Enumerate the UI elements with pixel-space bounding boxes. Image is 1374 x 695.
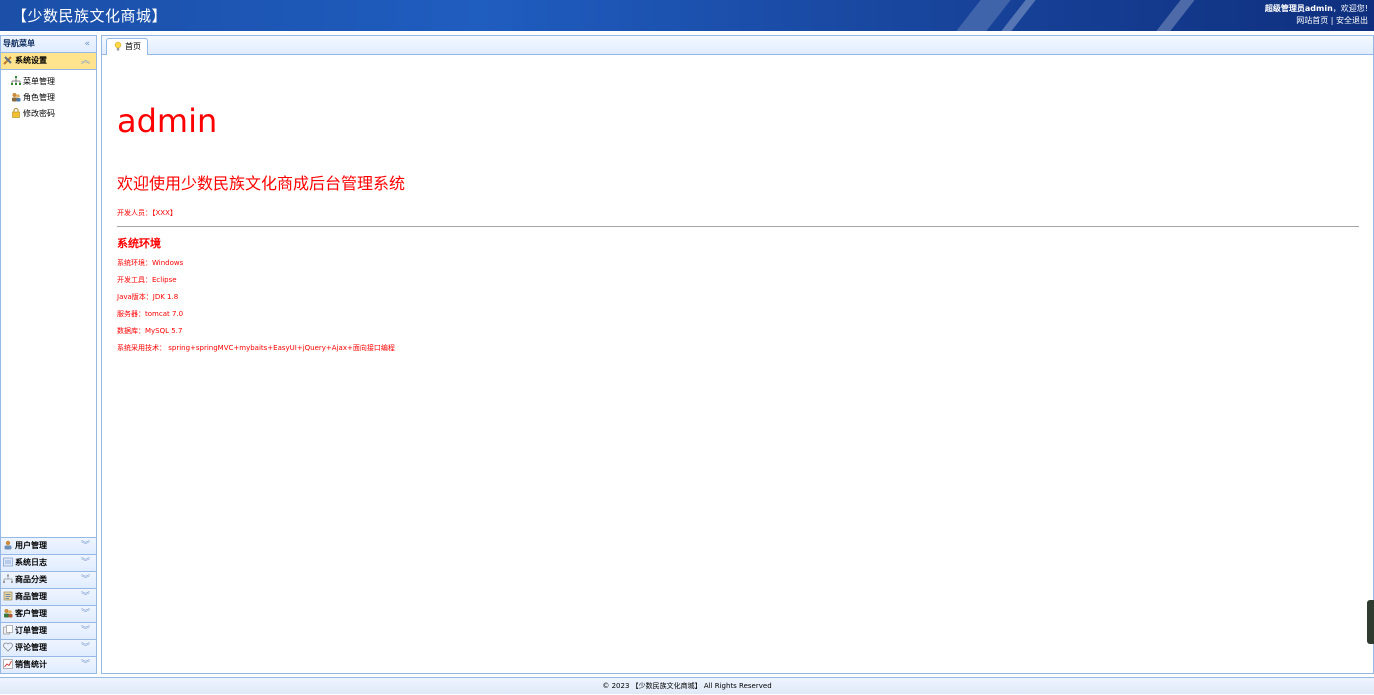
env-ide: 开发工具：Eclipse [117, 276, 177, 284]
bulb-icon [113, 41, 123, 51]
main-panel: 首页 admin 欢迎使用少数民族文化商成后台管理系统 开发人员：【XXX】 系… [101, 35, 1374, 674]
user-prefix: 超级管理员 [1264, 4, 1305, 13]
category-icon [3, 574, 13, 584]
logout-link[interactable]: 安全退出 [1336, 16, 1368, 25]
group-body: 菜单管理 角色管理 修改密码 [1, 70, 96, 122]
env-title: 系统环境 [117, 237, 161, 250]
divider [117, 226, 1359, 227]
group-label: 销售统计 [15, 660, 47, 669]
env-os: 系统环境：Windows [117, 259, 184, 267]
env-server: 服务器：tomcat 7.0 [117, 310, 184, 318]
tab-label: 首页 [125, 42, 141, 51]
menu-item-label: 修改密码 [23, 109, 55, 118]
order-icon [3, 624, 13, 635]
group-label: 系统日志 [15, 558, 47, 567]
top-header: 【少数民族文化商城】 超级管理员admin，欢迎您! 网站首页 | 安全退出 [0, 0, 1374, 31]
footer: © 2023 【少数民族文化商城】 All Rights Reserved [0, 677, 1374, 694]
header-decoration [1141, 0, 1203, 31]
menu-item-change-password[interactable]: 修改密码 [11, 106, 96, 122]
tab-bar: 首页 [102, 36, 1373, 55]
stats-icon [3, 658, 13, 669]
env-database: 数据库：MySQL 5.7 [117, 327, 183, 335]
group-user-management[interactable]: 用户管理 ︾ [1, 538, 96, 555]
collapsed-groups: 用户管理 ︾ 系统日志 ︾ 商品分类 ︾ 商品管理 ︾ 客户管理 ︾ 订单管理 … [1, 537, 96, 673]
menu-item-role-management[interactable]: 角色管理 [11, 90, 96, 106]
customer-icon [3, 608, 13, 618]
env-java: Java版本：JDK 1.8 [117, 293, 179, 301]
group-label: 商品管理 [15, 592, 47, 601]
welcome-content: admin 欢迎使用少数民族文化商成后台管理系统 开发人员：【XXX】 系统环境… [117, 54, 1359, 357]
chevron-down-icon: ︾ [80, 541, 90, 551]
group-customer[interactable]: 客户管理 ︾ [1, 606, 96, 623]
tab-home[interactable]: 首页 [106, 38, 148, 55]
big-username: admin [117, 102, 218, 140]
sitemap-icon [11, 75, 21, 86]
role-icon [11, 92, 21, 102]
group-order[interactable]: 订单管理 ︾ [1, 623, 96, 640]
group-sales-stats[interactable]: 销售统计 ︾ [1, 657, 96, 673]
welcome-heading: 欢迎使用少数民族文化商成后台管理系统 [117, 174, 406, 193]
group-label: 客户管理 [15, 609, 47, 618]
user-icon [3, 540, 13, 550]
link-separator: | [1330, 16, 1334, 25]
group-comment[interactable]: 评论管理 ︾ [1, 640, 96, 657]
tools-icon [3, 55, 13, 65]
chevron-down-icon: ︾ [80, 575, 90, 585]
sidebar-header: 导航菜单 « [1, 36, 96, 53]
group-label: 用户管理 [15, 541, 47, 550]
chevron-down-icon: ︾ [80, 660, 90, 670]
sidebar-title: 导航菜单 [3, 39, 35, 48]
collapse-sidebar-icon[interactable]: « [84, 36, 90, 52]
group-label: 评论管理 [15, 643, 47, 652]
chevron-down-icon: ︾ [80, 626, 90, 636]
site-home-link[interactable]: 网站首页 [1296, 16, 1328, 25]
group-label: 订单管理 [15, 626, 47, 635]
group-system-settings[interactable]: 系统设置 ︽ [1, 53, 96, 70]
chevron-down-icon: ︾ [80, 609, 90, 619]
comment-icon [3, 642, 13, 652]
user-info: 超级管理员admin，欢迎您! 网站首页 | 安全退出 [1265, 3, 1368, 27]
group-label: 系统设置 [15, 56, 47, 65]
group-goods[interactable]: 商品管理 ︾ [1, 589, 96, 606]
group-category[interactable]: 商品分类 ︾ [1, 572, 96, 589]
goods-icon [3, 591, 13, 601]
chevron-up-icon: ︽ [80, 56, 90, 66]
app-title: 【少数民族文化商城】 [12, 7, 168, 25]
log-icon [3, 557, 13, 567]
chevron-down-icon: ︾ [80, 558, 90, 568]
lock-icon [11, 107, 21, 118]
greeting: ，欢迎您! [1332, 4, 1368, 13]
sidebar: 导航菜单 « 系统设置 ︽ 菜单管理 角色管理 修改密码 用户管理 ︾ 系统日志… [0, 35, 97, 674]
floating-side-widget[interactable] [1367, 600, 1374, 644]
menu-item-label: 角色管理 [23, 93, 55, 102]
env-tech: 系统采用技术： spring+springMVC+mybaits+EasyUI+… [117, 344, 395, 352]
developer-line: 开发人员：【XXX】 [117, 209, 177, 217]
menu-item-menu-management[interactable]: 菜单管理 [11, 74, 96, 90]
chevron-down-icon: ︾ [80, 643, 90, 653]
username: admin [1304, 4, 1333, 13]
group-label: 商品分类 [15, 575, 47, 584]
chevron-down-icon: ︾ [80, 592, 90, 602]
group-system-log[interactable]: 系统日志 ︾ [1, 555, 96, 572]
menu-item-label: 菜单管理 [23, 77, 55, 86]
